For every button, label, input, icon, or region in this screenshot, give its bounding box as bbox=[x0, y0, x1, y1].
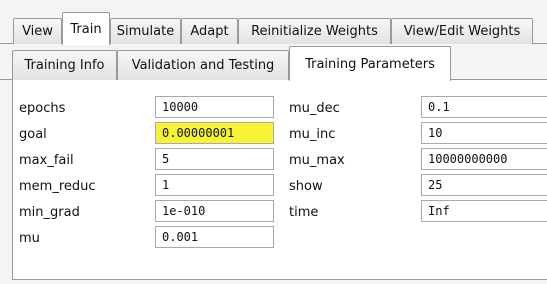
main-tab-bar: View Train Simulate Adapt Reinitialize W… bbox=[0, 0, 547, 45]
mem-reduc-label: mem_reduc bbox=[19, 179, 96, 194]
tab-view[interactable]: View bbox=[13, 18, 62, 44]
tab-training-info[interactable]: Training Info bbox=[12, 50, 117, 80]
tab-train[interactable]: Train bbox=[62, 12, 110, 45]
sub-tab-bar: Training Info Validation and Testing Tra… bbox=[0, 44, 547, 81]
mu-max-label: mu_max bbox=[289, 153, 345, 168]
max-fail-field[interactable] bbox=[155, 148, 274, 170]
epochs-label: epochs bbox=[19, 101, 66, 116]
time-field[interactable] bbox=[421, 200, 547, 222]
training-parameters-panel: epochs goal max_fail mem_reduc min_grad … bbox=[12, 80, 547, 280]
max-fail-label: max_fail bbox=[19, 153, 74, 168]
min-grad-label: min_grad bbox=[19, 205, 80, 220]
mu-dec-field[interactable] bbox=[421, 96, 547, 118]
mu-field[interactable] bbox=[155, 226, 274, 248]
mu-inc-field[interactable] bbox=[421, 122, 547, 144]
epochs-field[interactable] bbox=[155, 96, 274, 118]
mu-dec-label: mu_dec bbox=[289, 101, 340, 116]
tab-simulate[interactable]: Simulate bbox=[110, 18, 181, 44]
tab-view-edit-weights[interactable]: View/Edit Weights bbox=[391, 18, 533, 44]
mu-inc-label: mu_inc bbox=[289, 127, 336, 142]
min-grad-field[interactable] bbox=[155, 200, 274, 222]
tab-training-parameters[interactable]: Training Parameters bbox=[289, 46, 451, 81]
goal-field[interactable] bbox=[155, 122, 274, 144]
tab-validation-and-testing[interactable]: Validation and Testing bbox=[117, 50, 289, 80]
time-label: time bbox=[289, 205, 319, 220]
mu-label: mu bbox=[19, 231, 40, 246]
tab-adapt[interactable]: Adapt bbox=[181, 18, 238, 44]
tab-reinitialize-weights[interactable]: Reinitialize Weights bbox=[238, 18, 391, 44]
show-label: show bbox=[289, 179, 323, 194]
mem-reduc-field[interactable] bbox=[155, 174, 274, 196]
mu-max-field[interactable] bbox=[421, 148, 547, 170]
goal-label: goal bbox=[19, 127, 47, 142]
show-field[interactable] bbox=[421, 174, 547, 196]
